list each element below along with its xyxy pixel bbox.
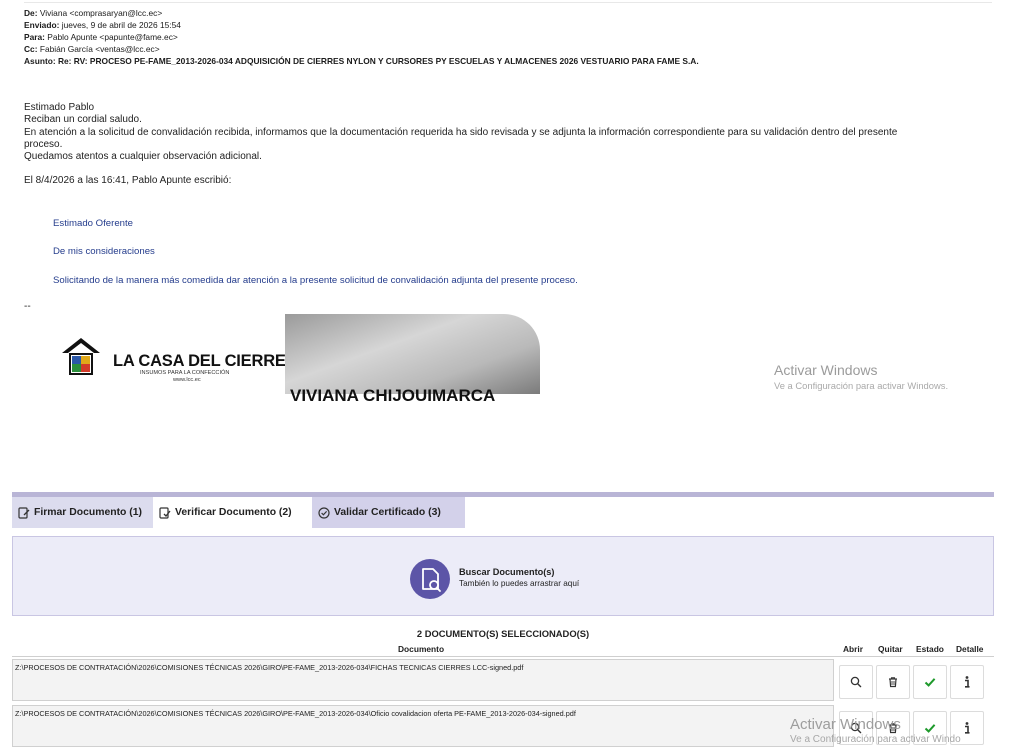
column-header-detail: Detalle bbox=[956, 644, 984, 654]
watermark-title: Activar Windows bbox=[774, 362, 878, 378]
tab-label: Firmar Documento (1) bbox=[34, 507, 142, 518]
quoted-line: Estimado Oferente bbox=[53, 218, 133, 229]
header-sent: Enviado: jueves, 9 de abril de 2026 15:5… bbox=[24, 20, 181, 30]
signature-name: VIVIANA CHIJOUIMARCA bbox=[290, 386, 496, 405]
document-path: Z:\PROCESOS DE CONTRATACIÓN\2026\COMISIO… bbox=[15, 663, 524, 672]
body-line: En atención a la solicitud de convalidac… bbox=[24, 127, 898, 138]
file-dropzone[interactable]: Buscar Documento(s) También lo puedes ar… bbox=[12, 536, 994, 616]
signature-url: www.lcc.ec bbox=[173, 377, 201, 383]
tab-bar: Firmar Documento (1) Verificar Documento… bbox=[12, 497, 994, 528]
remove-document-button[interactable] bbox=[876, 665, 910, 699]
signature-separator: -- bbox=[24, 301, 31, 312]
status-valid-indicator bbox=[913, 665, 947, 699]
activate-windows-watermark: Activar Windows Ve a Configuración para … bbox=[790, 716, 961, 745]
signature-photo bbox=[285, 314, 540, 394]
column-header-document: Documento bbox=[398, 644, 445, 654]
quote-header: El 8/4/2026 a las 16:41, Pablo Apunte es… bbox=[24, 175, 232, 186]
column-header-open: Abrir bbox=[843, 644, 864, 654]
header-divider bbox=[12, 656, 994, 657]
watermark-subtitle: Ve a Configuración para activar Windows. bbox=[774, 380, 949, 391]
info-icon bbox=[965, 722, 970, 734]
info-icon bbox=[965, 676, 970, 688]
tab-label: Verificar Documento (2) bbox=[175, 507, 292, 518]
verify-document-icon bbox=[159, 506, 171, 519]
document-path-cell: Z:\PROCESOS DE CONTRATACIÓN\2026\COMISIO… bbox=[12, 705, 834, 747]
divider bbox=[24, 2, 992, 3]
document-path: Z:\PROCESOS DE CONTRATACIÓN\2026\COMISIO… bbox=[15, 709, 576, 718]
quoted-line: De mis consideraciones bbox=[53, 246, 155, 257]
body-line: Estimado Pablo bbox=[24, 102, 95, 113]
header-subject: Asunto: Re: RV: PROCESO PE-FAME_2013-202… bbox=[24, 56, 699, 66]
house-logo-icon bbox=[62, 338, 100, 375]
body-line: Quedamos atentos a cualquier observación… bbox=[24, 151, 262, 162]
tab-validar-certificado[interactable]: Validar Certificado (3) bbox=[312, 497, 465, 528]
header-cc: Cc: Fabián García <ventas@lcc.ec> bbox=[24, 44, 160, 54]
quoted-line: Solicitando de la manera más comedida da… bbox=[53, 275, 578, 286]
body-line: proceso. bbox=[24, 139, 63, 150]
signature-brand: LA CASA DEL CIERRE bbox=[113, 352, 286, 370]
search-document-icon bbox=[422, 568, 441, 592]
check-icon bbox=[924, 678, 936, 687]
tab-verificar-documento[interactable]: Verificar Documento (2) bbox=[153, 497, 312, 528]
search-document-button[interactable] bbox=[410, 559, 450, 599]
watermark-subtitle: Ve a Configuración para activar Windo bbox=[790, 734, 961, 745]
activate-windows-watermark: Activar Windows Ve a Configuración para … bbox=[774, 362, 948, 391]
sign-document-icon bbox=[18, 506, 30, 519]
signature-tagline: INSUMOS PARA LA CONFECCIÓN bbox=[140, 370, 230, 376]
body-line: Reciban un cordial saludo. bbox=[24, 114, 142, 125]
watermark-title: Activar Windows bbox=[790, 716, 901, 733]
document-signer-app: Firmar Documento (1) Verificar Documento… bbox=[12, 492, 994, 754]
column-header-remove: Quitar bbox=[878, 644, 903, 654]
selected-count: 2 DOCUMENTO(S) SELECCIONADO(S) bbox=[416, 628, 590, 639]
dropzone-subtitle: También lo puedes arrastrar aquí bbox=[459, 579, 580, 588]
trash-icon bbox=[889, 677, 897, 688]
header-from: De: Viviana <comprasaryan@lcc.ec> bbox=[24, 8, 163, 18]
email-view: De: Viviana <comprasaryan@lcc.ec> Enviad… bbox=[0, 0, 1017, 405]
search-icon bbox=[850, 676, 862, 688]
open-document-button[interactable] bbox=[839, 665, 873, 699]
tab-firmar-documento[interactable]: Firmar Documento (1) bbox=[12, 497, 153, 528]
dropzone-title: Buscar Documento(s) bbox=[459, 567, 555, 577]
header-to: Para: Pablo Apunte <papunte@fame.ec> bbox=[24, 32, 178, 42]
column-header-status: Estado bbox=[916, 644, 944, 654]
table-row: Z:\PROCESOS DE CONTRATACIÓN\2026\COMISIO… bbox=[12, 659, 994, 705]
document-path-cell: Z:\PROCESOS DE CONTRATACIÓN\2026\COMISIO… bbox=[12, 659, 834, 701]
check-circle-icon bbox=[318, 506, 330, 519]
tab-label: Validar Certificado (3) bbox=[334, 507, 441, 518]
detail-button[interactable] bbox=[950, 665, 984, 699]
